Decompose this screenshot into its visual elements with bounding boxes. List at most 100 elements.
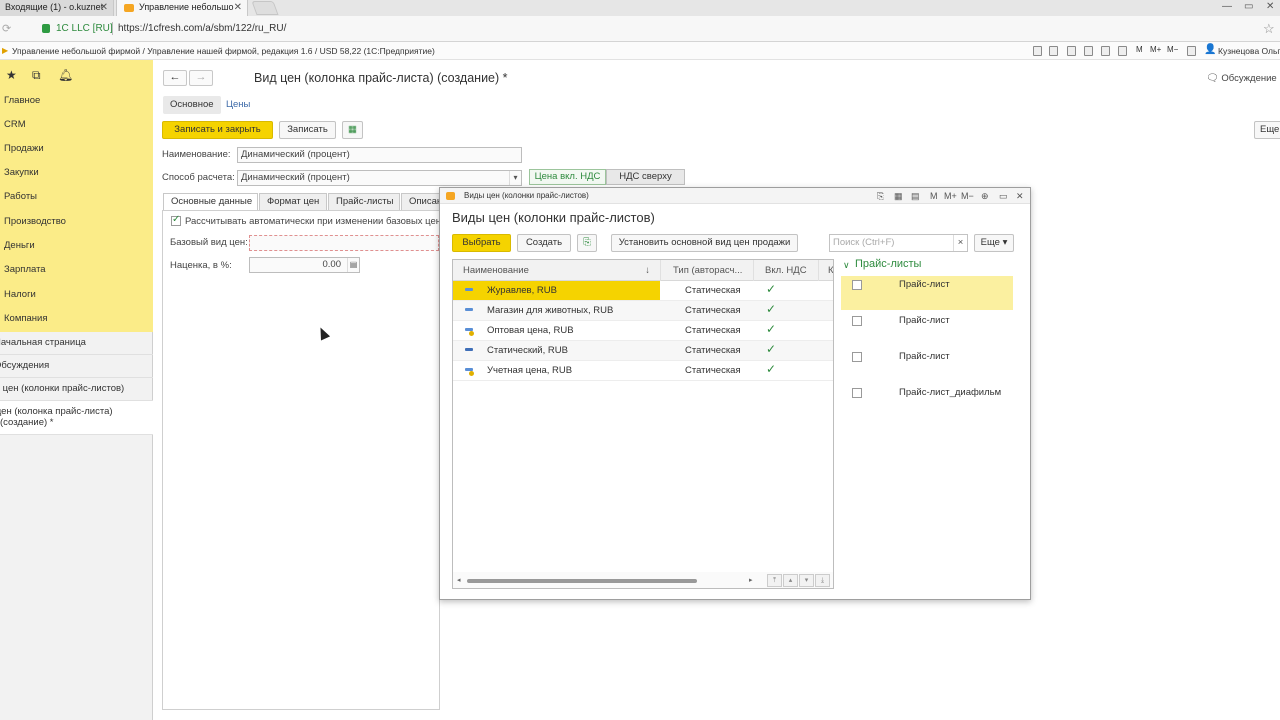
more-button[interactable]: Еще xyxy=(1254,121,1280,139)
browser-tab-1c[interactable]: Управление небольшо ✕ xyxy=(116,0,248,16)
close-icon[interactable]: ✕ xyxy=(234,0,242,15)
calculator-icon[interactable]: ▤ xyxy=(347,258,359,272)
page-up-icon[interactable]: ▴ xyxy=(783,574,798,587)
name-cell[interactable]: Журавлев, RUB xyxy=(453,281,660,300)
sidebar-item-crm[interactable]: CRM xyxy=(4,119,26,130)
sidebar-item-money[interactable]: Деньги xyxy=(4,240,35,251)
horizontal-scrollbar[interactable]: ◂ ▸ ⤒ ▴ ▾ ⤓ xyxy=(453,572,833,588)
price-list-checkbox[interactable] xyxy=(852,388,862,398)
tab-basic-data[interactable]: Основные данные xyxy=(163,193,258,211)
price-list-item[interactable]: Прайс-лист xyxy=(841,348,1013,382)
page-first-icon[interactable]: ⤒ xyxy=(767,574,782,587)
more-button[interactable]: Еще ▾ xyxy=(974,234,1014,252)
table-icon[interactable]: ▦ xyxy=(342,121,363,139)
price-list-checkbox[interactable] xyxy=(852,280,862,290)
table-row[interactable]: Оптовая цена, RUB Статическая ✓ xyxy=(453,321,833,341)
chevron-down-icon[interactable]: ∨ xyxy=(843,260,850,271)
vat-included-toggle[interactable]: Цена вкл. НДС xyxy=(529,169,606,185)
calculator-icon[interactable] xyxy=(1101,46,1110,56)
favorites-star-icon[interactable]: ★ xyxy=(6,68,17,82)
close-icon[interactable]: ✕ xyxy=(1016,190,1024,202)
sidebar-item-purchases[interactable]: Закупки xyxy=(4,167,39,178)
table-row[interactable]: Статический, RUB Статическая ✓ xyxy=(453,341,833,361)
browser-tab-mail[interactable]: Входящие (1) - o.kuznet ✕ xyxy=(0,0,114,16)
open-window-price-kind-create[interactable]: Вид цен (колонка прайс-листа) (создание)… xyxy=(0,401,153,435)
tab-main[interactable]: Основное xyxy=(163,96,221,114)
save-button[interactable]: Записать xyxy=(279,121,336,139)
print-icon[interactable] xyxy=(1049,46,1058,56)
tab-description[interactable]: Описание xyxy=(401,193,440,211)
open-window-discussions[interactable]: Обсуждения xyxy=(0,355,153,378)
price-list-item[interactable]: Прайс-лист_диафильм xyxy=(841,384,1013,418)
memory-mminus-icon[interactable]: M− xyxy=(1167,45,1178,54)
method-select[interactable]: Динамический (процент) ▾ xyxy=(237,170,522,186)
calculator-icon[interactable]: ▦ xyxy=(894,190,903,202)
close-window-icon[interactable]: ✕ xyxy=(1266,0,1274,14)
minimize-icon[interactable]: — xyxy=(1222,0,1232,14)
history-icon[interactable]: ⧉ xyxy=(32,68,41,83)
sidebar-item-works[interactable]: Работы xyxy=(4,191,37,202)
link-icon[interactable]: ⎘ xyxy=(877,190,884,202)
save-icon[interactable] xyxy=(1033,46,1042,56)
panel-icon[interactable] xyxy=(1187,46,1196,56)
forward-button[interactable]: → xyxy=(189,70,213,86)
price-lists-heading[interactable]: Прайс-листы xyxy=(855,258,921,270)
back-button[interactable]: ← xyxy=(163,70,187,86)
sidebar-item-sales[interactable]: Продажи xyxy=(4,143,44,154)
memory-m-icon[interactable]: M xyxy=(1136,45,1143,54)
memory-mplus-icon[interactable]: M+ xyxy=(944,190,957,202)
notifications-bell-icon[interactable]: 🔔︎ xyxy=(58,68,73,82)
name-cell[interactable]: Магазин для животных, RUB xyxy=(453,301,660,320)
open-window-start-page[interactable]: Начальная страница xyxy=(0,332,153,355)
discussion-button[interactable]: 🗨︎ Обсуждение xyxy=(1206,73,1277,84)
name-cell[interactable]: Статический, RUB xyxy=(453,341,660,360)
zoom-icon[interactable]: ⊕ xyxy=(981,190,989,202)
calendar-icon[interactable]: ▤ xyxy=(911,190,920,202)
sidebar-item-taxes[interactable]: Налоги xyxy=(4,289,36,300)
bookmark-star-icon[interactable]: ☆ xyxy=(1263,21,1275,37)
column-header-vat[interactable]: Вкл. НДС xyxy=(754,260,819,281)
auto-calc-checkbox[interactable] xyxy=(171,214,181,226)
page-last-icon[interactable]: ⤓ xyxy=(815,574,830,587)
reload-icon[interactable]: ⟳ xyxy=(2,22,11,35)
scroll-left-icon[interactable]: ◂ xyxy=(457,576,461,584)
base-price-field[interactable] xyxy=(249,235,439,251)
tab-prices[interactable]: Цены xyxy=(219,96,257,114)
maximize-icon[interactable]: ▭ xyxy=(1244,0,1253,14)
table-row[interactable]: Магазин для животных, RUB Статическая ✓ xyxy=(453,301,833,321)
set-main-price-kind-button[interactable]: Установить основной вид цен продажи xyxy=(611,234,798,252)
page-down-icon[interactable]: ▾ xyxy=(799,574,814,587)
sidebar-item-production[interactable]: Производство xyxy=(4,216,66,227)
create-button[interactable]: Создать xyxy=(517,234,571,252)
price-list-checkbox[interactable] xyxy=(852,316,862,326)
tab-price-lists[interactable]: Прайс-листы xyxy=(328,193,400,211)
sidebar-item-company[interactable]: Компания xyxy=(4,313,47,324)
sidebar-item-main[interactable]: Главное xyxy=(4,95,40,106)
vat-on-top-toggle[interactable]: НДС сверху xyxy=(606,169,685,185)
select-button[interactable]: Выбрать xyxy=(452,234,511,252)
maximize-icon[interactable]: ▭ xyxy=(999,190,1008,202)
column-header-extra[interactable]: К xyxy=(819,260,833,281)
sidebar-item-salary[interactable]: Зарплата xyxy=(4,264,46,275)
open-window-price-kinds-list[interactable]: Виды цен (колонки прайс-листов) xyxy=(0,378,153,401)
copy-icon[interactable]: ⎘ xyxy=(577,234,597,252)
site-identity[interactable]: 1C LLC [RU] xyxy=(56,23,113,34)
new-tab-button[interactable] xyxy=(251,1,279,15)
export-icon[interactable] xyxy=(1067,46,1076,56)
column-header-name[interactable]: Наименование ↓ xyxy=(453,260,661,281)
markup-field[interactable]: 0.00 ▤ xyxy=(249,257,360,273)
user-name[interactable]: Кузнецова Ольга xyxy=(1218,46,1280,56)
price-list-checkbox[interactable] xyxy=(852,352,862,362)
name-cell[interactable]: Учетная цена, RUB xyxy=(453,361,660,380)
tab-price-format[interactable]: Формат цен xyxy=(259,193,327,211)
scrollbar-thumb[interactable] xyxy=(467,579,697,583)
search-input[interactable]: Поиск (Ctrl+F) × xyxy=(829,234,968,252)
table-row[interactable]: Журавлев, RUB Статическая ✓ xyxy=(453,281,833,301)
clear-icon[interactable]: × xyxy=(953,235,967,251)
memory-mplus-icon[interactable]: M+ xyxy=(1150,45,1161,54)
save-and-close-button[interactable]: Записать и закрыть xyxy=(162,121,273,139)
url-field[interactable]: https://1cfresh.com/a/sbm/122/ru_RU/ xyxy=(118,23,286,34)
calendar-icon[interactable] xyxy=(1118,46,1127,56)
table-row[interactable]: Учетная цена, RUB Статическая ✓ xyxy=(453,361,833,381)
column-header-type[interactable]: Тип (авторасч... xyxy=(661,260,754,281)
